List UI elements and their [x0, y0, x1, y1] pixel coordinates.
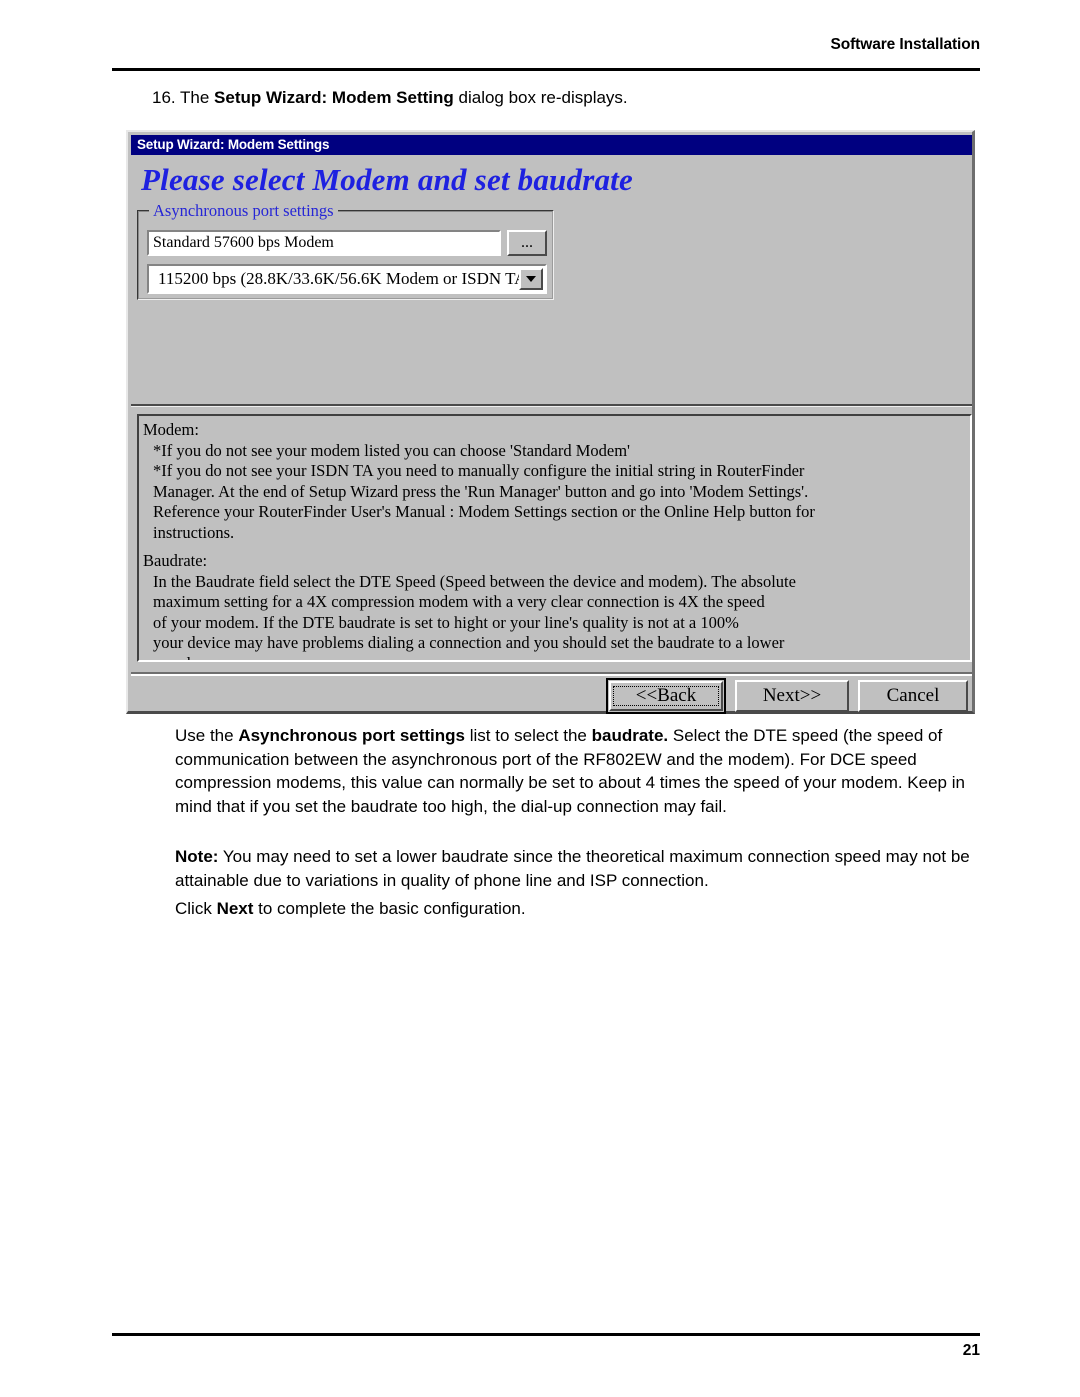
back-button-face: <<Back — [609, 681, 723, 711]
setup-wizard-dialog: Setup Wizard: Modem Settings Please sele… — [126, 130, 975, 714]
header-rule — [112, 68, 980, 71]
paragraph-click-next: Click Next to complete the basic configu… — [175, 897, 980, 921]
step-text-after: dialog box re-displays. — [453, 88, 628, 107]
note-label: Note: — [175, 847, 219, 866]
button-bar-bevel — [131, 672, 972, 676]
baudrate-help-line: speed. — [153, 654, 966, 661]
baudrate-field-row: 115200 bps (28.8K/33.6K/56.6K Modem or I… — [147, 264, 547, 294]
note-text: You may need to set a lower baudrate sin… — [175, 847, 970, 890]
back-button[interactable]: <<Back — [606, 678, 726, 714]
modem-help-label: Modem: — [143, 420, 199, 439]
dialog-heading: Please select Modem and set baudrate — [141, 162, 633, 197]
running-header: Software Installation — [830, 36, 981, 53]
p1-bold-1: Asynchronous port settings — [238, 726, 465, 745]
dialog-titlebar: Setup Wizard: Modem Settings — [131, 135, 972, 155]
baudrate-combobox[interactable]: 115200 bps (28.8K/33.6K/56.6K Modem or I… — [147, 264, 547, 294]
next-button[interactable]: Next>> — [735, 680, 849, 712]
dialog-button-row: <<Back Next>> Cancel — [606, 678, 968, 714]
baudrate-help-label: Baudrate: — [143, 551, 208, 570]
paragraph-note: Note: You may need to set a lower baudra… — [175, 845, 980, 892]
cancel-button[interactable]: Cancel — [858, 680, 968, 712]
cancel-button-label: Cancel — [886, 685, 940, 706]
baudrate-selected-value: 115200 bps (28.8K/33.6K/56.6K Modem or I… — [158, 269, 533, 288]
back-button-label: <<Back — [613, 685, 719, 706]
baudrate-help-line: your device may have problems dialing a … — [153, 633, 785, 652]
p3-bold: Next — [216, 899, 254, 918]
p1-text-c: list to select the — [465, 726, 592, 745]
page-number: 21 — [962, 1342, 980, 1359]
step-text-bold: Setup Wizard: Modem Setting — [214, 88, 454, 107]
modem-help-line: Reference your RouterFinder User's Manua… — [153, 502, 815, 521]
modem-help-line: instructions. — [153, 522, 235, 542]
p3-text-c: to complete the basic configuration. — [253, 899, 526, 918]
modem-help-line: Manager. At the end of Setup Wizard pres… — [153, 481, 809, 501]
dialog-separator — [131, 404, 972, 407]
p3-text-a: Click — [175, 899, 217, 918]
group-label: Asynchronous port settings — [149, 201, 338, 221]
baudrate-help-line: of your modem. If the DTE baudrate is se… — [153, 612, 739, 632]
modem-field-row: Standard 57600 bps Modem ... — [147, 230, 547, 256]
step-16-line: 16. The Setup Wizard: Modem Setting dialo… — [152, 87, 982, 109]
p1-text-a: Use the — [175, 726, 239, 745]
next-button-label: Next>> — [762, 685, 822, 706]
modem-help-line: *If you do not see your modem listed you… — [153, 440, 631, 460]
p1-bold-2: baudrate. — [591, 726, 669, 745]
asynchronous-port-settings-group: Asynchronous port settings Standard 5760… — [137, 201, 554, 300]
step-text-before: The — [180, 88, 215, 107]
footer-rule — [112, 1333, 980, 1336]
modem-input[interactable]: Standard 57600 bps Modem — [147, 230, 501, 256]
baudrate-help-line: maximum setting for a 4X compression mod… — [153, 592, 765, 611]
chevron-down-icon[interactable] — [519, 268, 543, 290]
browse-button[interactable]: ... — [507, 230, 547, 256]
modem-help-line: *If you do not see your ISDN TA you need… — [153, 461, 805, 480]
paragraph-baudrate-explanation: Use the Asynchronous port settings list … — [175, 724, 980, 818]
help-text-panel: Modem: *If you do not see your modem lis… — [137, 414, 972, 662]
baudrate-help-line: In the Baudrate field select the DTE Spe… — [153, 571, 796, 591]
step-number: 16. — [152, 88, 176, 107]
